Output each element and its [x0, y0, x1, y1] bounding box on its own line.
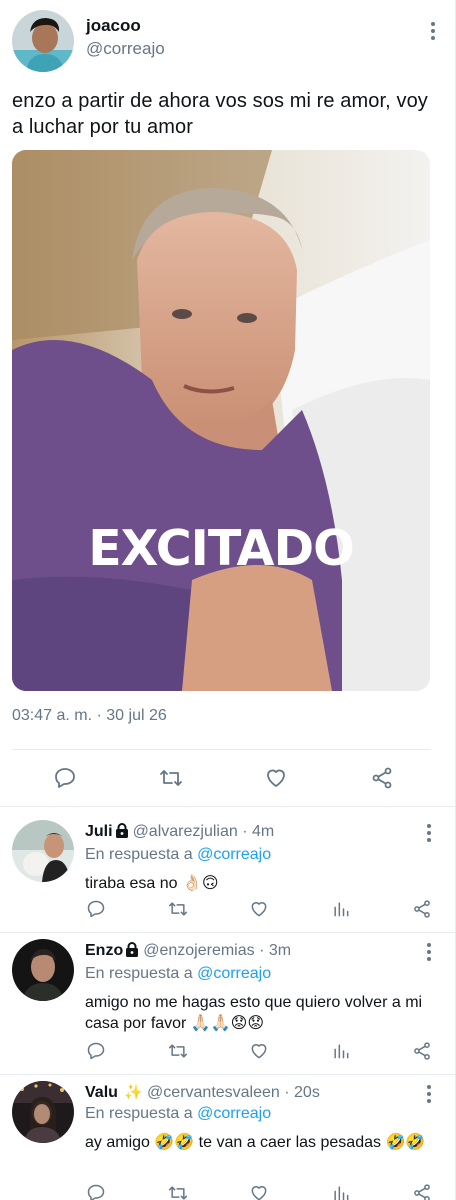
reply-author-handle[interactable]: @alvarezjulian	[133, 823, 238, 840]
more-options-icon[interactable]	[429, 22, 437, 40]
tweet-thread-page: joacoo @correajo enzo a partir de ahora …	[0, 0, 456, 1200]
reply-icon[interactable]	[85, 1040, 107, 1062]
reply-actions	[85, 1040, 433, 1064]
analytics-icon[interactable]	[330, 1182, 352, 1200]
reply-actions	[85, 898, 433, 922]
reply-header: Juli @alvarezjulian · 4m	[85, 822, 443, 844]
tweet-header: joacoo @correajo	[12, 10, 443, 74]
replies-list: Juli @alvarezjulian · 4m En respuesta a @…	[0, 814, 455, 1200]
reply-icon[interactable]	[85, 1182, 107, 1200]
in-reply-to-link[interactable]: @correajo	[197, 846, 271, 863]
analytics-icon[interactable]	[330, 1040, 352, 1062]
display-name[interactable]: joacoo	[86, 16, 165, 36]
retweet-icon[interactable]	[157, 764, 185, 792]
reply-text: amigo no me hagas esto que quiero volver…	[85, 994, 423, 1032]
in-reply-to: En respuesta a @correajo	[85, 1104, 443, 1124]
tweet-media-image[interactable]: EXCITADO	[12, 150, 430, 691]
retweet-icon[interactable]	[167, 1182, 189, 1200]
in-reply-prefix: En respuesta a	[85, 846, 193, 863]
tweet-timestamp[interactable]: 03:47 a. m. · 30 jul 26	[12, 707, 443, 727]
reply-author-name[interactable]: Juli	[85, 823, 113, 840]
share-icon[interactable]	[411, 1182, 433, 1200]
lock-icon	[115, 823, 129, 844]
more-options-icon[interactable]	[425, 943, 433, 961]
avatar[interactable]	[12, 939, 74, 1001]
reply-actions	[85, 1182, 433, 1200]
share-icon[interactable]	[411, 1040, 433, 1062]
more-options-icon[interactable]	[425, 1085, 433, 1103]
reply-icon[interactable]	[85, 898, 107, 920]
in-reply-to-link[interactable]: @correajo	[197, 965, 271, 982]
like-icon[interactable]	[262, 764, 290, 792]
in-reply-to: En respuesta a @correajo	[85, 964, 443, 984]
reply-item[interactable]: Juli @alvarezjulian · 4m En respuesta a @…	[0, 814, 455, 932]
avatar[interactable]	[12, 10, 74, 72]
divider	[0, 806, 455, 814]
avatar[interactable]	[12, 820, 74, 882]
reply-author-name[interactable]: Enzo	[85, 942, 123, 959]
media-caption: EXCITADO	[88, 520, 355, 577]
user-handle[interactable]: @correajo	[86, 38, 165, 60]
in-reply-prefix: En respuesta a	[85, 1105, 193, 1122]
reply-author-name[interactable]: Valu	[85, 1084, 118, 1101]
retweet-icon[interactable]	[167, 898, 189, 920]
reply-icon[interactable]	[51, 764, 79, 792]
reply-time[interactable]: 4m	[252, 823, 274, 840]
reply-author-handle[interactable]: @enzojeremias	[143, 942, 254, 959]
reply-author-handle[interactable]: @cervantesvaleen	[147, 1084, 280, 1101]
avatar[interactable]	[12, 1081, 74, 1143]
tweet-text: enzo a partir de ahora vos sos mi re amo…	[12, 90, 428, 138]
in-reply-to: En respuesta a @correajo	[85, 845, 443, 865]
analytics-icon[interactable]	[330, 898, 352, 920]
reply-item[interactable]: Enzo @enzojeremias · 3m En respuesta a @c…	[0, 932, 455, 1074]
more-options-icon[interactable]	[425, 824, 433, 842]
main-tweet: joacoo @correajo enzo a partir de ahora …	[0, 0, 455, 814]
like-icon[interactable]	[248, 898, 270, 920]
share-icon[interactable]	[368, 764, 396, 792]
like-icon[interactable]	[248, 1040, 270, 1062]
reply-header: Enzo @enzojeremias · 3m	[85, 941, 443, 963]
reply-text: tiraba esa no 👌🏻🙃	[85, 875, 219, 892]
share-icon[interactable]	[411, 898, 433, 920]
in-reply-prefix: En respuesta a	[85, 965, 193, 982]
retweet-icon[interactable]	[167, 1040, 189, 1062]
reply-item[interactable]: Valu ✨ @cervantesvaleen · 20s En respuest…	[0, 1074, 455, 1200]
lock-icon	[125, 942, 139, 963]
in-reply-to-link[interactable]: @correajo	[197, 1105, 271, 1122]
reply-text: ay amigo 🤣🤣 te van a caer las pesadas 🤣🤣	[85, 1134, 426, 1151]
reply-time[interactable]: 20s	[294, 1084, 320, 1101]
tweet-actions	[12, 750, 443, 806]
like-icon[interactable]	[248, 1182, 270, 1200]
sparkles-icon: ✨	[124, 1084, 144, 1101]
reply-time[interactable]: 3m	[269, 942, 291, 959]
reply-header: Valu ✨ @cervantesvaleen · 20s	[85, 1084, 320, 1101]
